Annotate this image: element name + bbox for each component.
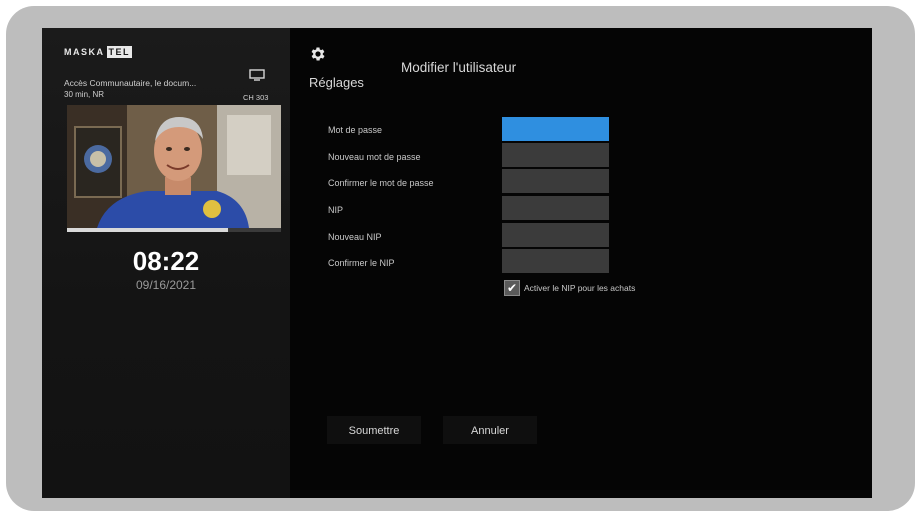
date: 09/16/2021 (135, 278, 197, 292)
pin-label: NIP (328, 205, 344, 215)
checkmark-icon: ✔ (506, 281, 518, 295)
page-title: Modifier l'utilisateur (401, 60, 517, 75)
brand-logo: MASKA TEL (64, 46, 132, 58)
logo-brand: MASKA (64, 47, 105, 57)
logo-suffix: TEL (106, 46, 132, 58)
video-frame-image (67, 105, 281, 228)
playback-progress-fill (67, 228, 228, 232)
new-pin-label: Nouveau NIP (328, 232, 382, 242)
confirm-pin-field[interactable] (502, 249, 609, 273)
confirm-pin-label: Confirmer le NIP (328, 258, 395, 268)
cancel-button[interactable]: Annuler (443, 416, 537, 444)
channel-number: CH 303 (243, 93, 269, 102)
password-label: Mot de passe (328, 125, 383, 135)
now-playing-panel: MASKA TEL Accès Communautaire, le docum.… (42, 28, 290, 498)
clock: 08:22 (132, 246, 200, 276)
video-preview[interactable] (67, 105, 281, 228)
tv-screen: MASKA TEL Accès Communautaire, le docum.… (42, 28, 872, 498)
purchase-pin-option[interactable]: ✔ Activer le NIP pour les achats (504, 280, 635, 296)
confirm-password-label: Confirmer le mot de passe (328, 178, 434, 188)
confirm-password-field[interactable] (502, 169, 609, 193)
playback-progress-bar (67, 228, 281, 232)
program-title: Accès Communautaire, le docum... (64, 78, 197, 88)
pin-field[interactable] (502, 196, 609, 220)
purchase-pin-label: Activer le NIP pour les achats (524, 283, 636, 293)
program-meta: 30 min, NR (64, 90, 105, 99)
tv-icon (249, 69, 265, 81)
password-field[interactable] (502, 117, 609, 141)
submit-button[interactable]: Soumettre (327, 416, 421, 444)
settings-label: Réglages (309, 75, 364, 90)
purchase-pin-checkbox[interactable]: ✔ (504, 280, 520, 296)
new-password-label: Nouveau mot de passe (328, 152, 421, 162)
new-pin-field[interactable] (502, 223, 609, 247)
new-password-field[interactable] (502, 143, 609, 167)
gear-icon (311, 47, 325, 61)
